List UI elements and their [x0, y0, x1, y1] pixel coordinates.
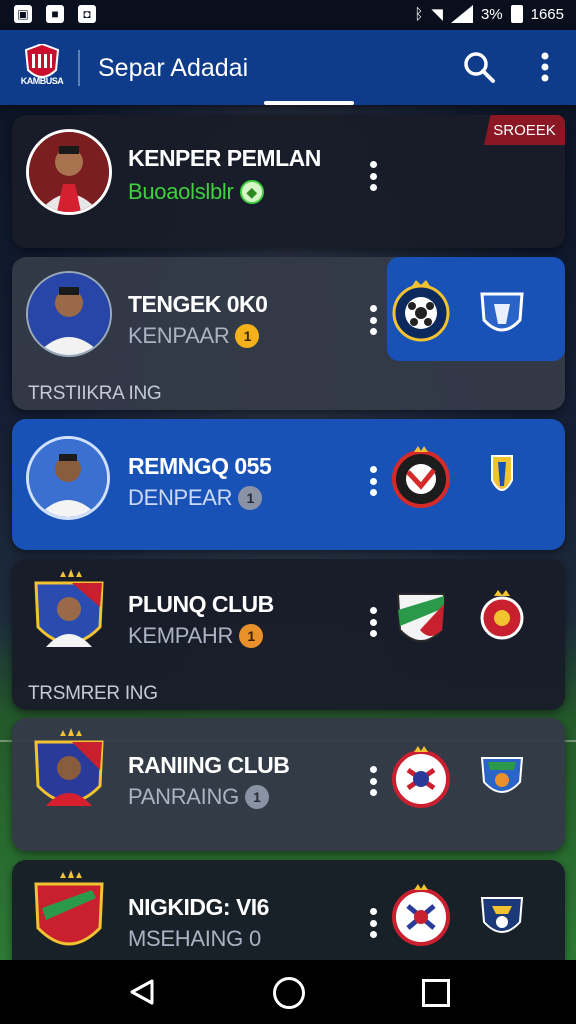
player-name: NIGKIDG: VI6 — [128, 894, 269, 920]
status-badge: ◆ — [239, 180, 264, 204]
bluetooth-icon: ᛒ — [414, 5, 424, 23]
recents-square-icon[interactable] — [422, 979, 450, 1007]
player-subtitle: PANRAING 1 — [128, 784, 269, 810]
section-header: TRSTIIKRA ING — [28, 383, 162, 404]
photo-notification-icon: ▣ — [14, 5, 32, 23]
card-menu-button[interactable] — [365, 908, 381, 938]
player-name: KENPER PEMLAN — [128, 145, 321, 171]
player-subtitle: KENPAAR 1 — [128, 323, 260, 349]
appbar-divider — [78, 50, 80, 86]
player-subtitle: KEMPAHR 1 — [128, 623, 264, 649]
search-icon[interactable] — [462, 50, 496, 84]
rank-badge: 1 — [235, 324, 260, 348]
rank-value: 0 — [248, 926, 261, 951]
player-avatar — [26, 129, 112, 215]
more-vertical-icon[interactable] — [533, 50, 557, 84]
wifi-icon: ◥ — [431, 6, 443, 23]
section-header: TRSMRER ING — [28, 683, 158, 704]
back-triangle-icon[interactable] — [128, 978, 156, 1006]
blue-crest-icon[interactable] — [478, 752, 526, 804]
club-crest-avatar — [34, 870, 104, 946]
battery-icon — [510, 5, 523, 23]
player-subtitle: Buoaolslblr ◆ — [128, 179, 264, 205]
player-card[interactable]: KENPER PEMLAN Buoaolslblr ◆ — [12, 115, 565, 248]
card-menu-button[interactable] — [365, 466, 381, 496]
system-nav-bar — [0, 960, 576, 1024]
sim-icon: ◘ — [78, 5, 96, 23]
player-name: RANIING CLUB — [128, 752, 290, 778]
player-name: TENGEK 0K0 — [128, 291, 268, 317]
home-circle-icon[interactable] — [273, 977, 305, 1009]
club-crest-avatar — [34, 728, 104, 806]
status-bar: ▣ ■ ◘ ᛒ ◥ 3% 1665 — [0, 0, 576, 30]
app-bar: KAMBUSA Separ Adadai — [0, 30, 576, 105]
app-notification-icon: ■ — [46, 5, 64, 23]
signal-icon — [450, 5, 473, 23]
player-name: REMNGQ 055 — [128, 453, 272, 479]
player-avatar — [26, 271, 112, 357]
green-red-crest-icon[interactable] — [390, 590, 452, 652]
player-subtitle: MSEHAING 0 — [128, 926, 261, 951]
red-blue-crest-icon[interactable] — [390, 884, 452, 946]
card-menu-button[interactable] — [365, 305, 381, 335]
soccer-ball-crest-icon[interactable] — [390, 280, 452, 342]
rank-badge: 1 — [238, 486, 263, 510]
card-menu-button[interactable] — [365, 161, 381, 191]
navy-crest-icon[interactable] — [478, 892, 526, 944]
red-white-crest-icon[interactable] — [390, 746, 452, 808]
rank-badge: 1 — [239, 624, 264, 648]
club-crest-avatar — [34, 569, 104, 647]
red-round-crest-icon[interactable] — [478, 588, 526, 640]
player-name: PLUNQ CLUB — [128, 591, 274, 617]
tab-indicator — [264, 101, 354, 105]
card-menu-button[interactable] — [365, 607, 381, 637]
battery-percent: 3% — [480, 5, 503, 23]
clock: 1665 — [530, 5, 564, 23]
rank-badge: 1 — [244, 785, 269, 809]
shield-crest-icon[interactable] — [478, 290, 526, 342]
red-black-crest-icon[interactable] — [390, 446, 452, 508]
page-title: Separ Adadai — [98, 54, 249, 82]
logo-text: KAMBUSA — [20, 76, 64, 86]
card-menu-button[interactable] — [365, 766, 381, 796]
player-subtitle: DENPEAR 1 — [128, 485, 263, 511]
player-avatar — [26, 436, 110, 520]
yellow-crest-icon[interactable] — [478, 452, 526, 504]
ribbon-label: SROEEK — [484, 115, 565, 145]
